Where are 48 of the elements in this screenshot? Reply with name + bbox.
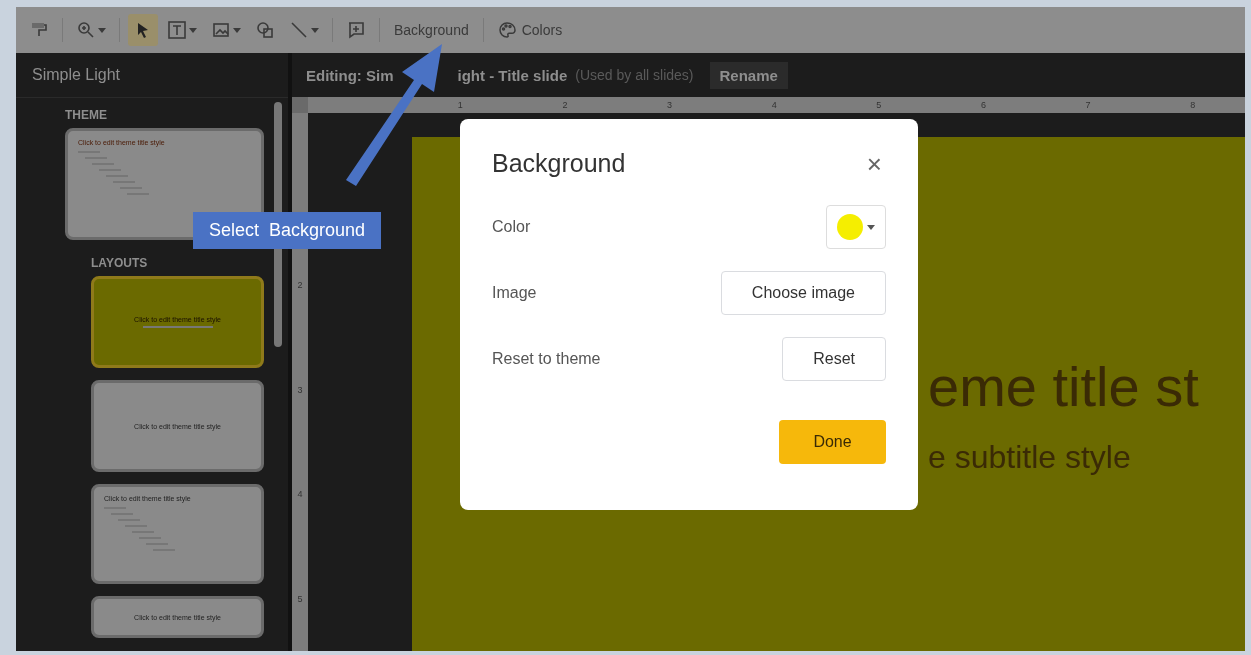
toolbar-button[interactable] (128, 14, 158, 46)
theme-name: Simple Light (16, 53, 288, 98)
ruler-number: 3 (297, 384, 303, 395)
ruler-number: 5 (297, 593, 303, 604)
caret-icon (98, 27, 106, 33)
text-box-icon (167, 20, 187, 40)
subtitle-line (142, 326, 213, 328)
slide-subtitle: e subtitle style (928, 441, 1132, 473)
shapes-icon (255, 20, 275, 40)
ruler-number: 1 (457, 100, 463, 110)
editing-title: Editing: Sim (306, 66, 394, 84)
caret-icon (867, 224, 875, 230)
reset-button[interactable]: Reset (782, 337, 886, 381)
ruler-number: 3 (667, 100, 673, 110)
ruler-number: 4 (297, 489, 303, 500)
choose-image-button[interactable]: Choose image (720, 271, 886, 315)
caret-icon (189, 27, 197, 33)
callout-label: Select Background (193, 212, 381, 249)
option-label: Image (492, 284, 537, 302)
add-comment-icon (346, 20, 366, 40)
image-icon (211, 20, 231, 40)
colors-button[interactable]: Colors (491, 14, 569, 46)
background-button[interactable]: Background (388, 14, 475, 46)
section-heading: LAYOUTS (91, 256, 149, 270)
slide-title: eme title st (928, 359, 1200, 415)
editing-title: ight - Title slide (457, 66, 568, 84)
usage-note: (Used by all slides) (575, 67, 694, 83)
ruler-corner (292, 97, 308, 113)
ruler-number: 2 (297, 280, 303, 291)
ruler-number: 5 (876, 100, 882, 110)
rename-button[interactable]: Rename (709, 61, 788, 89)
palette-icon (497, 21, 516, 39)
close-button[interactable]: × (862, 150, 886, 177)
section-heading: THEME (65, 108, 108, 122)
caret-icon (311, 27, 319, 33)
done-button[interactable]: Done (779, 420, 886, 464)
option-label: Reset to theme (492, 350, 601, 368)
ruler-number: 8 (1190, 100, 1196, 110)
zoom-icon (76, 20, 96, 40)
dialog-title: Background (492, 149, 626, 178)
ruler-number: 7 (1085, 100, 1091, 110)
caret-icon (233, 27, 241, 33)
color-picker[interactable] (826, 205, 886, 249)
ruler-number: 6 (980, 100, 986, 110)
ruler-number: 4 (771, 100, 777, 110)
ruler-number: 2 (562, 100, 568, 110)
option-label: Color (492, 218, 531, 236)
line-icon (289, 20, 309, 40)
